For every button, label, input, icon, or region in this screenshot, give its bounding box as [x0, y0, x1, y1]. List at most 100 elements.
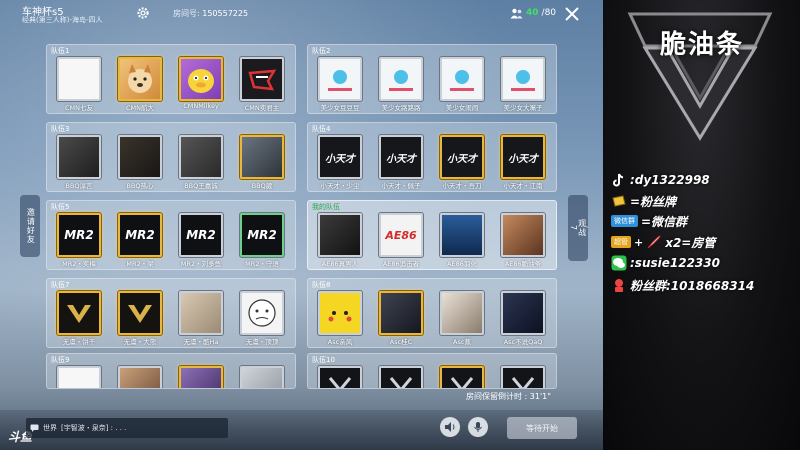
- player-avatar: [440, 57, 484, 101]
- invite-friends-button[interactable]: 邀请好友: [20, 195, 40, 257]
- player-avatar: AE86: [379, 213, 423, 257]
- player-slot[interactable]: 美少女豆豆豆: [314, 56, 366, 114]
- player-slot[interactable]: CMN航大: [114, 56, 166, 114]
- speaker-button[interactable]: [440, 417, 460, 437]
- player-avatar: [240, 366, 284, 388]
- team-card-7: 队伍7 无虞・饼干 无虞・大熊 无虞・酷Ha 无虞・顶顶: [46, 278, 296, 348]
- player-avatar: [318, 291, 362, 335]
- player-slot[interactable]: 美少女路路路: [375, 56, 427, 114]
- player-slot[interactable]: AE86 AE86追击者: [375, 212, 427, 270]
- player-avatar: [179, 57, 223, 101]
- player-name: 无虞・大熊: [123, 338, 157, 346]
- player-slot[interactable]: AE86脆油条: [497, 212, 549, 270]
- player-slot[interactable]: [375, 365, 427, 388]
- player-slot[interactable]: BBQ葳: [236, 134, 288, 192]
- player-count-max: /80: [541, 8, 557, 18]
- player-slot[interactable]: [497, 365, 549, 388]
- team-card-10: 队伍10: [307, 353, 557, 389]
- x-logo-icon: [450, 377, 474, 388]
- world-chat[interactable]: 世界 [宇智波・泉奈] : . . .: [26, 418, 228, 438]
- team-logo-text: AE86: [385, 228, 417, 242]
- duck-avatar-icon: [188, 69, 214, 93]
- team-card-4: 队伍4 小天才 小天才・少尘 小天才 小天才・佩子 小天才 小天才・吾刀 小天才…: [307, 122, 557, 192]
- wechat-group-tag: 微信群: [611, 215, 638, 227]
- player-slot[interactable]: [53, 365, 105, 388]
- gear-icon[interactable]: [136, 6, 150, 20]
- player-slot[interactable]: 小天才 小天才・江南: [497, 134, 549, 192]
- chat-message: [宇智波・泉奈] : . . .: [61, 424, 127, 432]
- player-slot[interactable]: [236, 365, 288, 388]
- chat-channel: 世界: [43, 424, 57, 432]
- player-slot[interactable]: 无虞・饼干: [53, 290, 105, 348]
- room-number-label: 房间号:: [173, 9, 200, 18]
- player-slot[interactable]: CMN七友: [53, 56, 105, 114]
- team-label: 队伍3: [51, 125, 70, 133]
- player-slot[interactable]: CMN奕君主: [236, 56, 288, 114]
- player-slot[interactable]: 无虞・顶顶: [236, 290, 288, 348]
- room-admin-text: x2=房管: [665, 235, 716, 250]
- player-slot[interactable]: 小天才 小天才・少尘: [314, 134, 366, 192]
- player-slot[interactable]: BBQ热心: [114, 134, 166, 192]
- player-name: BBQ热心: [126, 182, 154, 190]
- pikachu-avatar-icon: [328, 311, 352, 322]
- team-label: 队伍7: [51, 281, 70, 289]
- player-name: 小天才・少尘: [320, 182, 360, 190]
- player-name: AE86脆油条: [504, 260, 542, 268]
- player-slot[interactable]: [114, 365, 166, 388]
- player-slot[interactable]: [175, 365, 227, 388]
- player-avatar: 小天才: [318, 135, 362, 179]
- player-slot[interactable]: 无虞・酷Ha: [175, 290, 227, 348]
- player-avatar: [57, 57, 101, 101]
- player-avatar: [57, 135, 101, 179]
- waiting-start-button[interactable]: 等待开始: [507, 417, 577, 439]
- player-avatar: [240, 291, 284, 335]
- player-avatar: [179, 291, 223, 335]
- player-slot[interactable]: [314, 365, 366, 388]
- player-slot[interactable]: Asc蕉: [436, 290, 488, 348]
- player-slot[interactable]: BBQ王嘉诚: [175, 134, 227, 192]
- player-slot[interactable]: MR2 MR2・奕梅: [53, 212, 105, 270]
- player-avatar: 小天才: [379, 135, 423, 179]
- player-slot[interactable]: MR2 MR2・刘多鱼: [175, 212, 227, 270]
- room-admin-row: 超管 + x2=房管: [611, 233, 715, 251]
- rocket-icon: [647, 235, 661, 249]
- player-name: 美少女豆豆豆: [320, 104, 360, 112]
- default-avatar-icon: [511, 70, 535, 91]
- player-slot[interactable]: AE86羽化: [436, 212, 488, 270]
- default-avatar-icon: [328, 70, 352, 91]
- wechat-group-text: =微信群: [641, 214, 688, 229]
- team-logo-text: 小天才: [508, 153, 538, 165]
- player-slot[interactable]: 美少女大嘴子: [497, 56, 549, 114]
- team-card-8: 队伍8 Asc亲风 Asc桂C Asc蕉 Asc不说QaQ: [307, 278, 557, 348]
- player-slot[interactable]: 小天才 小天才・佩子: [375, 134, 427, 192]
- spectate-button[interactable]: 观战 7: [568, 195, 588, 261]
- player-slot[interactable]: AE86真男人: [314, 212, 366, 270]
- microphone-button[interactable]: [468, 417, 488, 437]
- player-name: 无虞・酷Ha: [183, 338, 219, 346]
- player-slot[interactable]: BBQ淳言: [53, 134, 105, 192]
- player-slot[interactable]: CMNMilkey: [175, 56, 227, 114]
- default-avatar-icon: [389, 70, 413, 91]
- team-card-6: 我的队伍 AE86真男人 AE86 AE86追击者 AE86羽化 AE86脆油条: [307, 200, 557, 270]
- player-avatar: 小天才: [501, 135, 545, 179]
- player-slot[interactable]: 小天才 小天才・吾刀: [436, 134, 488, 192]
- team-label: 队伍2: [312, 47, 331, 55]
- player-slot[interactable]: 美少女闹闹: [436, 56, 488, 114]
- player-slot[interactable]: [436, 365, 488, 388]
- player-avatar: MR2: [57, 213, 101, 257]
- player-avatar: [118, 135, 162, 179]
- player-slot[interactable]: Asc不说QaQ: [497, 290, 549, 348]
- player-name: 美少女闹闹: [445, 104, 479, 112]
- player-avatar: [118, 366, 162, 388]
- player-avatar: [240, 57, 284, 101]
- player-name: CMN七友: [64, 104, 93, 112]
- streamer-panel: 脆油条 :dy1322998 =粉丝牌 微信群 =微信群 超管 + x2=房管 …: [603, 0, 800, 450]
- player-slot[interactable]: 无虞・大熊: [114, 290, 166, 348]
- player-slot[interactable]: Asc桂C: [375, 290, 427, 348]
- player-slot[interactable]: MR2 MR2・梁: [114, 212, 166, 270]
- player-slot[interactable]: Asc亲风: [314, 290, 366, 348]
- player-slot[interactable]: MR2 MR2・守语: [236, 212, 288, 270]
- player-name: 无虞・饼干: [62, 338, 96, 346]
- game-lobby: 车神杯s5 经典(第三人称)-海岛-四人 房间号: 150557225 40 /…: [0, 0, 603, 450]
- close-icon[interactable]: [563, 5, 581, 23]
